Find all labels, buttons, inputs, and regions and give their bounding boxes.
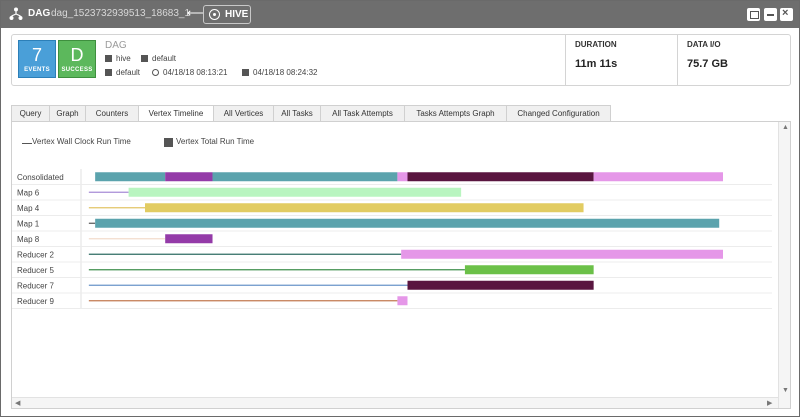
start-time: 04/18/18 08:13:21 [163,68,228,77]
timeline-chart: Consolidated Map 6 Map 4 Map 1 Map 8 Reducer … [12,169,772,309]
row-label-reducer-2: Reducer 2 [17,250,54,259]
row-label-map-8: Map 8 [17,235,40,244]
run-time-bar-map-6 [128,187,462,197]
user-icon [105,55,112,62]
user-name: hive [116,54,131,63]
run-time-bar-reducer-9 [397,296,408,306]
scroll-up-icon[interactable]: ▲ [782,124,789,131]
data-io-label: DATA I/O [687,40,721,49]
window-titlebar: DAG dag_1523732939513_18683_1 ⟵ HIVE × [1,1,799,28]
queue-meta: default [141,54,176,63]
start-time-meta: 04/18/18 08:13:21 [152,68,228,77]
user-meta: hive [105,54,131,63]
end-time-meta: 04/18/18 08:24:32 [242,68,318,77]
run-time-bar-map-8 [165,234,213,244]
vertices-count-tile: 7 EVENTS [18,40,56,78]
gear-icon [209,9,220,20]
tab-bar: Query Graph Counters Vertex Timeline All… [11,105,611,122]
consolidated-segment-3 [397,172,408,182]
tab-all-vertices[interactable]: All Vertices [213,105,274,121]
data-io-value: 75.7 GB [687,58,728,70]
row-label-consolidated: Consolidated [17,173,64,182]
tab-changed-configuration[interactable]: Changed Configuration [506,105,611,121]
duration-value: 11m 11s [575,58,618,70]
dag-label: DAG [28,8,51,19]
status-tile: D SUCCESS [58,40,96,78]
tab-all-task-attempts[interactable]: All Task Attempts [320,105,405,121]
tab-tasks-attempts-graph[interactable]: Tasks Attempts Graph [404,105,507,121]
queue-icon [141,55,148,62]
consolidated-segment-4 [407,172,594,182]
horizontal-scrollbar[interactable]: ◀ ▶ [12,397,778,408]
row-label-map-6: Map 6 [17,188,40,197]
minimize-button[interactable] [764,8,777,21]
dag-id: dag_1523732939513_18683_1 [51,8,191,19]
dag-tree-icon [9,7,23,20]
dag-name: DAG [105,40,127,51]
consolidated-segment-1 [165,172,213,182]
end-time: 04/18/18 08:24:32 [253,68,318,77]
app-name: default [116,68,141,77]
hive-label: HIVE [225,9,249,20]
duration-stat: DURATION 11m 11s [565,35,677,85]
consolidated-segment-5 [593,172,723,182]
row-label-map-1: Map 1 [17,219,40,228]
vertex-timeline-panel: Vertex Wall Clock Run Time Vertex Total … [11,121,791,409]
vertices-label: EVENTS [24,67,50,73]
tab-all-tasks[interactable]: All Tasks [273,105,321,121]
vertical-scrollbar[interactable]: ▲ ▼ [778,122,790,408]
run-time-bar-reducer-5 [464,265,594,275]
stop-icon [242,69,249,76]
vertices-count: 7 [31,45,42,65]
row-label-reducer-7: Reducer 7 [17,281,54,290]
maximize-button[interactable] [747,8,760,21]
data-io-stat: DATA I/O 75.7 GB [677,35,790,85]
status-label: SUCCESS [61,67,93,73]
run-time-bar-reducer-2 [401,249,723,259]
app-icon [105,69,112,76]
status-letter: D [70,45,84,65]
back-arrow-icon[interactable]: ⟵ [187,6,204,20]
clock-icon [152,69,159,76]
run-time-bar-map-1 [95,218,720,228]
dag-window: DAG dag_1523732939513_18683_1 ⟵ HIVE × 7… [0,0,800,417]
consolidated-segment-2 [212,172,398,182]
row-label-reducer-9: Reducer 9 [17,297,54,306]
tab-graph[interactable]: Graph [49,105,86,121]
tab-vertex-timeline[interactable]: Vertex Timeline [138,105,214,122]
scroll-left-icon[interactable]: ◀ [15,399,20,407]
app-meta: default [105,68,140,77]
run-time-bar-reducer-7 [407,280,594,290]
queue-name: default [152,54,177,63]
run-time-bar-map-4 [145,203,584,213]
scroll-down-icon[interactable]: ▼ [782,387,789,394]
duration-label: DURATION [575,40,617,49]
tab-query[interactable]: Query [11,105,50,121]
close-button[interactable]: × [780,7,793,21]
row-label-map-4: Map 4 [17,204,40,213]
scroll-right-icon[interactable]: ▶ [767,399,772,407]
close-icon: × [782,7,789,19]
dag-summary-card: 7 EVENTS D SUCCESS DAG hive default defa… [11,34,791,86]
consolidated-segment-0 [95,172,166,182]
row-label-reducer-5: Reducer 5 [17,266,54,275]
hive-button[interactable]: HIVE [203,5,251,24]
tab-counters[interactable]: Counters [85,105,139,121]
